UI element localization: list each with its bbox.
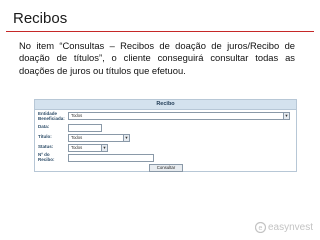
brand-logo-text: easynvest [268,222,314,233]
consultar-button[interactable]: Consultar [149,164,183,172]
description-paragraph: No item “Consultas – Recibos de doação d… [19,40,295,76]
status-select[interactable]: Todos ▼ [68,144,108,152]
status-label: Status: [38,144,54,149]
recibo-form-panel: Recibo Entidade Beneficiada: Todos ▼ Dat… [34,99,297,172]
status-select-value: Todos [71,145,83,150]
recibo-label: Nº do Recibo: [38,152,55,162]
titulo-select-value: Todos [71,135,83,140]
svg-text:e: e [259,225,263,232]
panel-header: Recibo [35,100,296,110]
recibo-input[interactable] [68,154,154,162]
title-divider [6,31,314,32]
entidade-select[interactable]: Todos ▼ [68,112,290,120]
chevron-down-icon: ▼ [101,145,107,151]
titulo-select[interactable]: Todos ▼ [68,134,130,142]
data-input[interactable] [68,124,102,132]
titulo-label: Título: [38,134,52,139]
chevron-down-icon: ▼ [283,113,289,119]
entidade-label: Entidade Beneficiada: [38,111,65,121]
chevron-down-icon: ▼ [123,135,129,141]
page-title: Recibos [13,10,68,27]
entidade-select-value: Todos [71,113,83,118]
data-label: Data: [38,124,50,129]
easynvest-logo-icon: e [255,222,266,233]
